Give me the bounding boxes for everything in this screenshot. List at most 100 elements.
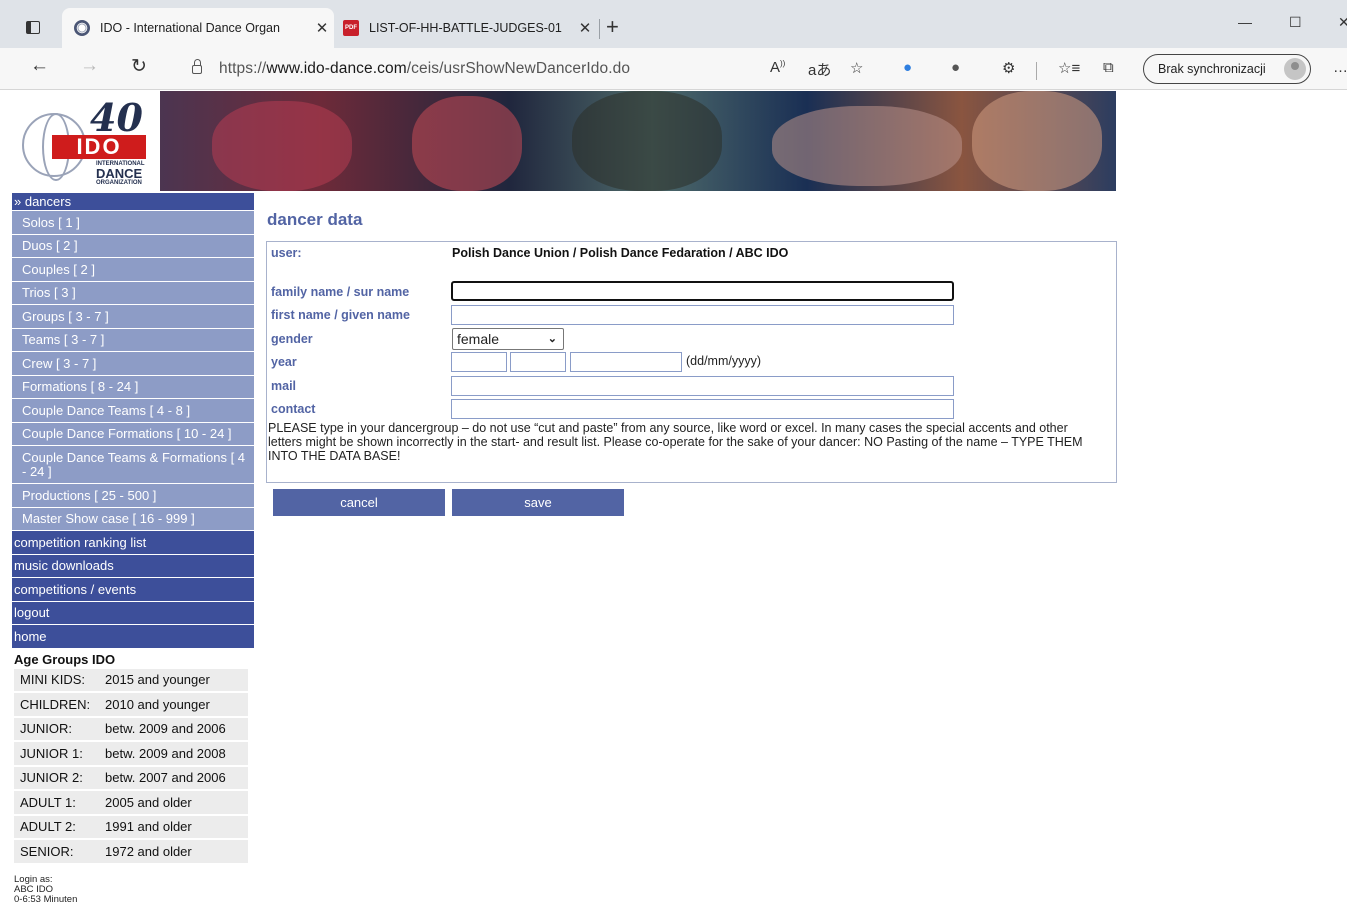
tab-title: IDO - International Dance Organ (100, 21, 280, 35)
close-window-icon[interactable]: ✕ (1338, 14, 1347, 31)
birth-month-input[interactable] (510, 352, 566, 372)
age-group-row: CHILDREN: 2010 and younger (14, 693, 248, 716)
more-menu-icon[interactable]: … (1333, 59, 1347, 76)
tab-title: LIST-OF-HH-BATTLE-JUDGES-01 (369, 21, 562, 35)
age-group-row: JUNIOR 2: betw. 2007 and 2006 (14, 766, 248, 789)
sidebar-item-home[interactable]: home (12, 625, 254, 648)
extension-shield-icon[interactable]: ● (903, 59, 912, 76)
sidebar-item-master-show-case[interactable]: Master Show case [ 16 - 999 ] (12, 507, 254, 530)
close-tab-icon[interactable]: ✕ (310, 19, 334, 37)
pdf-favicon-icon: PDF (343, 20, 359, 36)
family-name-input[interactable] (451, 281, 954, 301)
sidebar-item-formations[interactable]: Formations [ 8 - 24 ] (12, 375, 254, 398)
sidebar-section-dancers[interactable]: » dancers (12, 193, 254, 210)
sidebar-item-competitions[interactable]: competitions / events (12, 578, 254, 601)
add-favorite-icon[interactable]: ☆ (850, 59, 863, 77)
close-tab-icon[interactable]: ✕ (573, 19, 597, 37)
url-scheme: https:// (219, 60, 267, 77)
user-value: Polish Dance Union / Polish Dance Fedara… (452, 246, 789, 260)
favorites-icon[interactable]: ☆≡ (1058, 59, 1080, 77)
sidebar-item-groups[interactable]: Groups [ 3 - 7 ] (12, 305, 254, 328)
address-bar[interactable]: https://www.ido-dance.com/ceis/usrShowNe… (219, 60, 630, 78)
dancer-image (772, 106, 962, 186)
age-group-name: CHILDREN: (20, 696, 91, 712)
age-groups-title: Age Groups IDO (14, 651, 116, 667)
age-group-range: betw. 2009 and 2008 (105, 745, 226, 761)
sidebar-item-couples[interactable]: Couples [ 2 ] (12, 258, 254, 281)
profile-label: Brak synchronizacji (1158, 62, 1266, 76)
age-group-name: MINI KIDS: (20, 672, 86, 688)
year-label: year (271, 355, 297, 369)
gender-value: female (457, 331, 500, 347)
reload-icon[interactable]: ↻ (131, 55, 147, 78)
translate-icon[interactable]: aあ (808, 59, 831, 80)
sidebar-item-couple-dance-teams-formations[interactable]: Couple Dance Teams & Formations [ 4 - 24… (12, 446, 254, 483)
logo-subtitle: INTERNATIONAL DANCE ORGANIZATION (96, 161, 145, 187)
age-group-row: JUNIOR 1: betw. 2009 and 2008 (14, 742, 248, 765)
save-button[interactable]: save (452, 489, 624, 516)
sidebar-item-logout[interactable]: logout (12, 601, 254, 624)
sidebar-item-crew[interactable]: Crew [ 3 - 7 ] (12, 352, 254, 375)
back-icon[interactable]: ← (30, 55, 49, 77)
browser-toolbar: ← → ↻ https://www.ido-dance.com/ceis/usr… (0, 48, 1347, 90)
sidebar-item-productions[interactable]: Productions [ 25 - 500 ] (12, 484, 254, 507)
sidebar-item-teams[interactable]: Teams [ 3 - 7 ] (12, 328, 254, 351)
sidebar-item-couple-dance-formations[interactable]: Couple Dance Formations [ 10 - 24 ] (12, 422, 254, 445)
age-group-name: JUNIOR 2: (20, 770, 83, 786)
contact-input[interactable] (451, 399, 954, 419)
browser-tabstrip: IDO - International Dance Organ ✕ PDF LI… (0, 0, 1347, 48)
dancer-image (572, 91, 722, 191)
forward-icon[interactable]: → (80, 55, 99, 77)
tab-actions-icon[interactable] (26, 21, 40, 34)
age-group-row: MINI KIDS: 2015 and younger (14, 668, 248, 691)
collections-icon[interactable]: ⧉ (1103, 59, 1114, 76)
tab-pdf[interactable]: PDF LIST-OF-HH-BATTLE-JUDGES-01 ✕ (335, 8, 597, 48)
sidebar-item-couple-dance-teams[interactable]: Couple Dance Teams [ 4 - 8 ] (12, 399, 254, 422)
mail-input[interactable] (451, 376, 954, 396)
age-group-name: JUNIOR 1: (20, 745, 83, 761)
profile-button[interactable]: Brak synchronizacji (1143, 54, 1311, 84)
gender-label: gender (271, 332, 313, 346)
session-timer: 0-6:53 Minuten (14, 893, 78, 905)
sidebar-item-trios[interactable]: Trios [ 3 ] (12, 281, 254, 304)
cancel-button[interactable]: cancel (273, 489, 445, 516)
maximize-icon[interactable]: ☐ (1289, 14, 1302, 31)
sidebar-item-solos[interactable]: Solos [ 1 ] (12, 211, 254, 234)
lock-icon[interactable] (192, 59, 202, 74)
tab-ido[interactable]: IDO - International Dance Organ ✕ (62, 8, 334, 48)
tab-divider (599, 19, 600, 39)
toolbar-divider (1036, 62, 1037, 80)
family-name-label: family name / sur name (271, 285, 410, 299)
sidebar-item-music[interactable]: music downloads (12, 554, 254, 577)
header-banner: 40 IDO INTERNATIONAL DANCE ORGANIZATION (12, 91, 1116, 191)
first-name-label: first name / given name (271, 308, 410, 322)
ido-logo[interactable]: 40 IDO INTERNATIONAL DANCE ORGANIZATION (12, 91, 160, 191)
sidebar-item-ranking[interactable]: competition ranking list (12, 531, 254, 554)
age-group-range: 2015 and younger (105, 672, 210, 688)
age-group-row: ADULT 2: 1991 and older (14, 815, 248, 838)
first-name-input[interactable] (451, 305, 954, 325)
birth-day-input[interactable] (451, 352, 507, 372)
extension-cloud-icon[interactable]: ● (951, 59, 960, 76)
new-tab-icon[interactable]: + (606, 14, 619, 40)
age-group-name: JUNIOR: (20, 721, 72, 737)
minimize-icon[interactable]: — (1238, 14, 1252, 30)
logo-sub3: ORGANIZATION (96, 180, 142, 186)
dancer-image (972, 91, 1102, 191)
extensions-icon[interactable]: ⚙ (1002, 59, 1015, 77)
dancer-image (412, 96, 522, 191)
age-group-row: SENIOR: 1972 and older (14, 840, 248, 863)
read-aloud-icon[interactable]: A)) (770, 59, 785, 76)
birth-year-input[interactable] (570, 352, 682, 372)
user-label: user: (271, 246, 302, 260)
gender-select[interactable]: female ⌄ (452, 328, 564, 350)
sidebar: » dancers Solos [ 1 ] Duos [ 2 ] Couples… (12, 193, 254, 905)
sidebar-item-duos[interactable]: Duos [ 2 ] (12, 234, 254, 257)
age-group-range: betw. 2007 and 2006 (105, 770, 226, 786)
contact-label: contact (271, 402, 316, 416)
age-group-name: ADULT 2: (20, 819, 76, 835)
age-group-row: ADULT 1: 2005 and older (14, 791, 248, 814)
avatar-icon (1284, 58, 1306, 80)
date-format-hint: (dd/mm/yyyy) (686, 354, 761, 368)
url-host: www.ido-dance.com (266, 60, 407, 77)
